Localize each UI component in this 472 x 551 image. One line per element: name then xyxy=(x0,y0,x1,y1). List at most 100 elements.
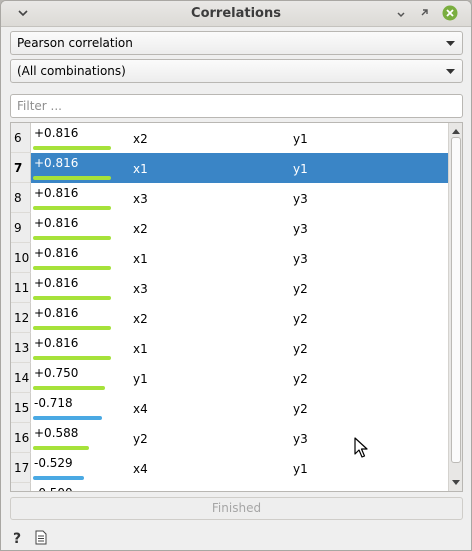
vertical-scrollbar[interactable] xyxy=(448,123,462,491)
row-index[interactable]: 13 xyxy=(11,333,31,363)
correlations-window: Correlations Pearson correlation (All co… xyxy=(0,0,472,551)
correlation-value: +0.816 xyxy=(34,186,79,200)
row-cells[interactable]: +0.816 x1 y3 xyxy=(31,243,448,273)
row-cells[interactable]: -0.529 x4 y1 xyxy=(31,453,448,483)
feature-1: x1 xyxy=(133,252,148,266)
feature-1: x4 xyxy=(133,462,148,476)
table-row[interactable]: 8 +0.816 x3 y3 xyxy=(11,183,448,213)
table-row[interactable]: 12 +0.816 x2 y2 xyxy=(11,303,448,333)
row-cells[interactable]: -0.500 xyxy=(31,483,448,491)
row-index[interactable]: 10 xyxy=(11,243,31,273)
row-cells[interactable]: +0.816 x2 y3 xyxy=(31,213,448,243)
correlation-bar xyxy=(33,386,105,390)
row-cells[interactable]: +0.816 x3 y3 xyxy=(31,183,448,213)
table-row[interactable]: 16 +0.588 y2 y3 xyxy=(11,423,448,453)
feature-2: y3 xyxy=(293,252,308,266)
correlation-value: -0.500 xyxy=(34,486,73,491)
row-index[interactable]: 12 xyxy=(11,303,31,333)
title-bar: Correlations xyxy=(1,1,471,27)
feature-2: y2 xyxy=(293,342,308,356)
table-row[interactable]: 17 -0.529 x4 y1 xyxy=(11,453,448,483)
feature-combination-select[interactable]: (All combinations) xyxy=(10,59,463,83)
correlation-value: -0.718 xyxy=(34,396,73,410)
correlation-bar xyxy=(33,416,102,420)
row-index[interactable]: 11 xyxy=(11,273,31,303)
row-index[interactable]: 6 xyxy=(11,123,31,153)
table-row[interactable]: 10 +0.816 x1 y3 xyxy=(11,243,448,273)
row-index[interactable]: 8 xyxy=(11,183,31,213)
table-row[interactable]: 7 +0.816 x1 y1 xyxy=(11,153,448,183)
dropdown-arrow-icon xyxy=(446,69,455,74)
table-row[interactable]: 13 +0.816 x1 y2 xyxy=(11,333,448,363)
table-row[interactable]: 15 -0.718 x4 y2 xyxy=(11,393,448,423)
feature-1: x1 xyxy=(133,162,148,176)
feature-2: y2 xyxy=(293,402,308,416)
correlation-bar xyxy=(33,356,111,360)
scroll-down-icon[interactable] xyxy=(452,478,460,486)
row-cells[interactable]: +0.750 y1 y2 xyxy=(31,363,448,393)
feature-2: y3 xyxy=(293,432,308,446)
row-index[interactable]: 14 xyxy=(11,363,31,393)
filter-input[interactable] xyxy=(10,94,463,118)
correlation-value: +0.816 xyxy=(34,276,79,290)
row-index[interactable]: 16 xyxy=(11,423,31,453)
row-cells[interactable]: +0.816 x2 y1 xyxy=(31,123,448,153)
minimize-icon[interactable] xyxy=(393,5,409,21)
correlation-bar xyxy=(33,146,111,150)
feature-2: y2 xyxy=(293,312,308,326)
feature-combination-value: (All combinations) xyxy=(17,64,126,78)
feature-2: y2 xyxy=(293,372,308,386)
correlation-value: +0.816 xyxy=(34,336,79,350)
finished-button: Finished xyxy=(10,497,463,520)
table-row[interactable]: 6 +0.816 x2 y1 xyxy=(11,123,448,153)
correlation-bar xyxy=(33,206,111,210)
correlation-value: +0.816 xyxy=(34,156,79,170)
mouse-cursor-icon xyxy=(354,437,368,458)
correlation-table: 6 +0.816 x2 y1 7 +0.816 x1 y1 8 +0.816 x3 y3 9 +0.816… xyxy=(10,122,463,492)
correlation-value: +0.816 xyxy=(34,126,79,140)
scrollbar-thumb[interactable] xyxy=(451,137,461,463)
feature-2: y1 xyxy=(293,162,308,176)
row-index[interactable]: 15 xyxy=(11,393,31,423)
feature-1: x2 xyxy=(133,312,148,326)
feature-1: x2 xyxy=(133,132,148,146)
close-icon[interactable] xyxy=(442,5,458,21)
report-document-icon[interactable] xyxy=(35,530,47,545)
feature-1: x4 xyxy=(133,402,148,416)
feature-1: y1 xyxy=(133,372,148,386)
status-bar: ? xyxy=(1,525,471,550)
correlation-value: +0.816 xyxy=(34,306,79,320)
table-row[interactable]: 11 +0.816 x3 y2 xyxy=(11,273,448,303)
scroll-up-icon[interactable] xyxy=(452,128,460,136)
row-cells[interactable]: +0.816 x3 y2 xyxy=(31,273,448,303)
row-cells[interactable]: +0.816 x1 y1 xyxy=(31,153,448,183)
feature-1: x3 xyxy=(133,192,148,206)
table-row[interactable]: 9 +0.816 x2 y3 xyxy=(11,213,448,243)
feature-2: y3 xyxy=(293,222,308,236)
row-index[interactable]: 18 xyxy=(11,483,31,491)
restore-icon[interactable] xyxy=(417,5,433,21)
correlation-bar xyxy=(33,476,84,480)
table-row[interactable]: 14 +0.750 y1 y2 xyxy=(11,363,448,393)
row-cells[interactable]: +0.588 y2 y3 xyxy=(31,423,448,453)
row-index[interactable]: 7 xyxy=(11,153,31,183)
correlation-bar xyxy=(33,176,111,180)
correlation-value: +0.816 xyxy=(34,246,79,260)
correlation-bar xyxy=(33,446,89,450)
row-index[interactable]: 9 xyxy=(11,213,31,243)
correlation-value: +0.816 xyxy=(34,216,79,230)
correlation-value: -0.529 xyxy=(34,456,73,470)
correlation-value: +0.750 xyxy=(34,366,79,380)
row-cells[interactable]: +0.816 x1 y2 xyxy=(31,333,448,363)
correlation-bar xyxy=(33,236,111,240)
correlation-value: +0.588 xyxy=(34,426,79,440)
feature-2: y1 xyxy=(293,462,308,476)
table-row[interactable]: 18-0.500 xyxy=(11,483,448,491)
feature-1: x2 xyxy=(133,222,148,236)
correlation-method-select[interactable]: Pearson correlation xyxy=(10,31,463,55)
row-index[interactable]: 17 xyxy=(11,453,31,483)
help-icon[interactable]: ? xyxy=(13,531,21,547)
feature-2: y1 xyxy=(293,132,308,146)
row-cells[interactable]: -0.718 x4 y2 xyxy=(31,393,448,423)
row-cells[interactable]: +0.816 x2 y2 xyxy=(31,303,448,333)
